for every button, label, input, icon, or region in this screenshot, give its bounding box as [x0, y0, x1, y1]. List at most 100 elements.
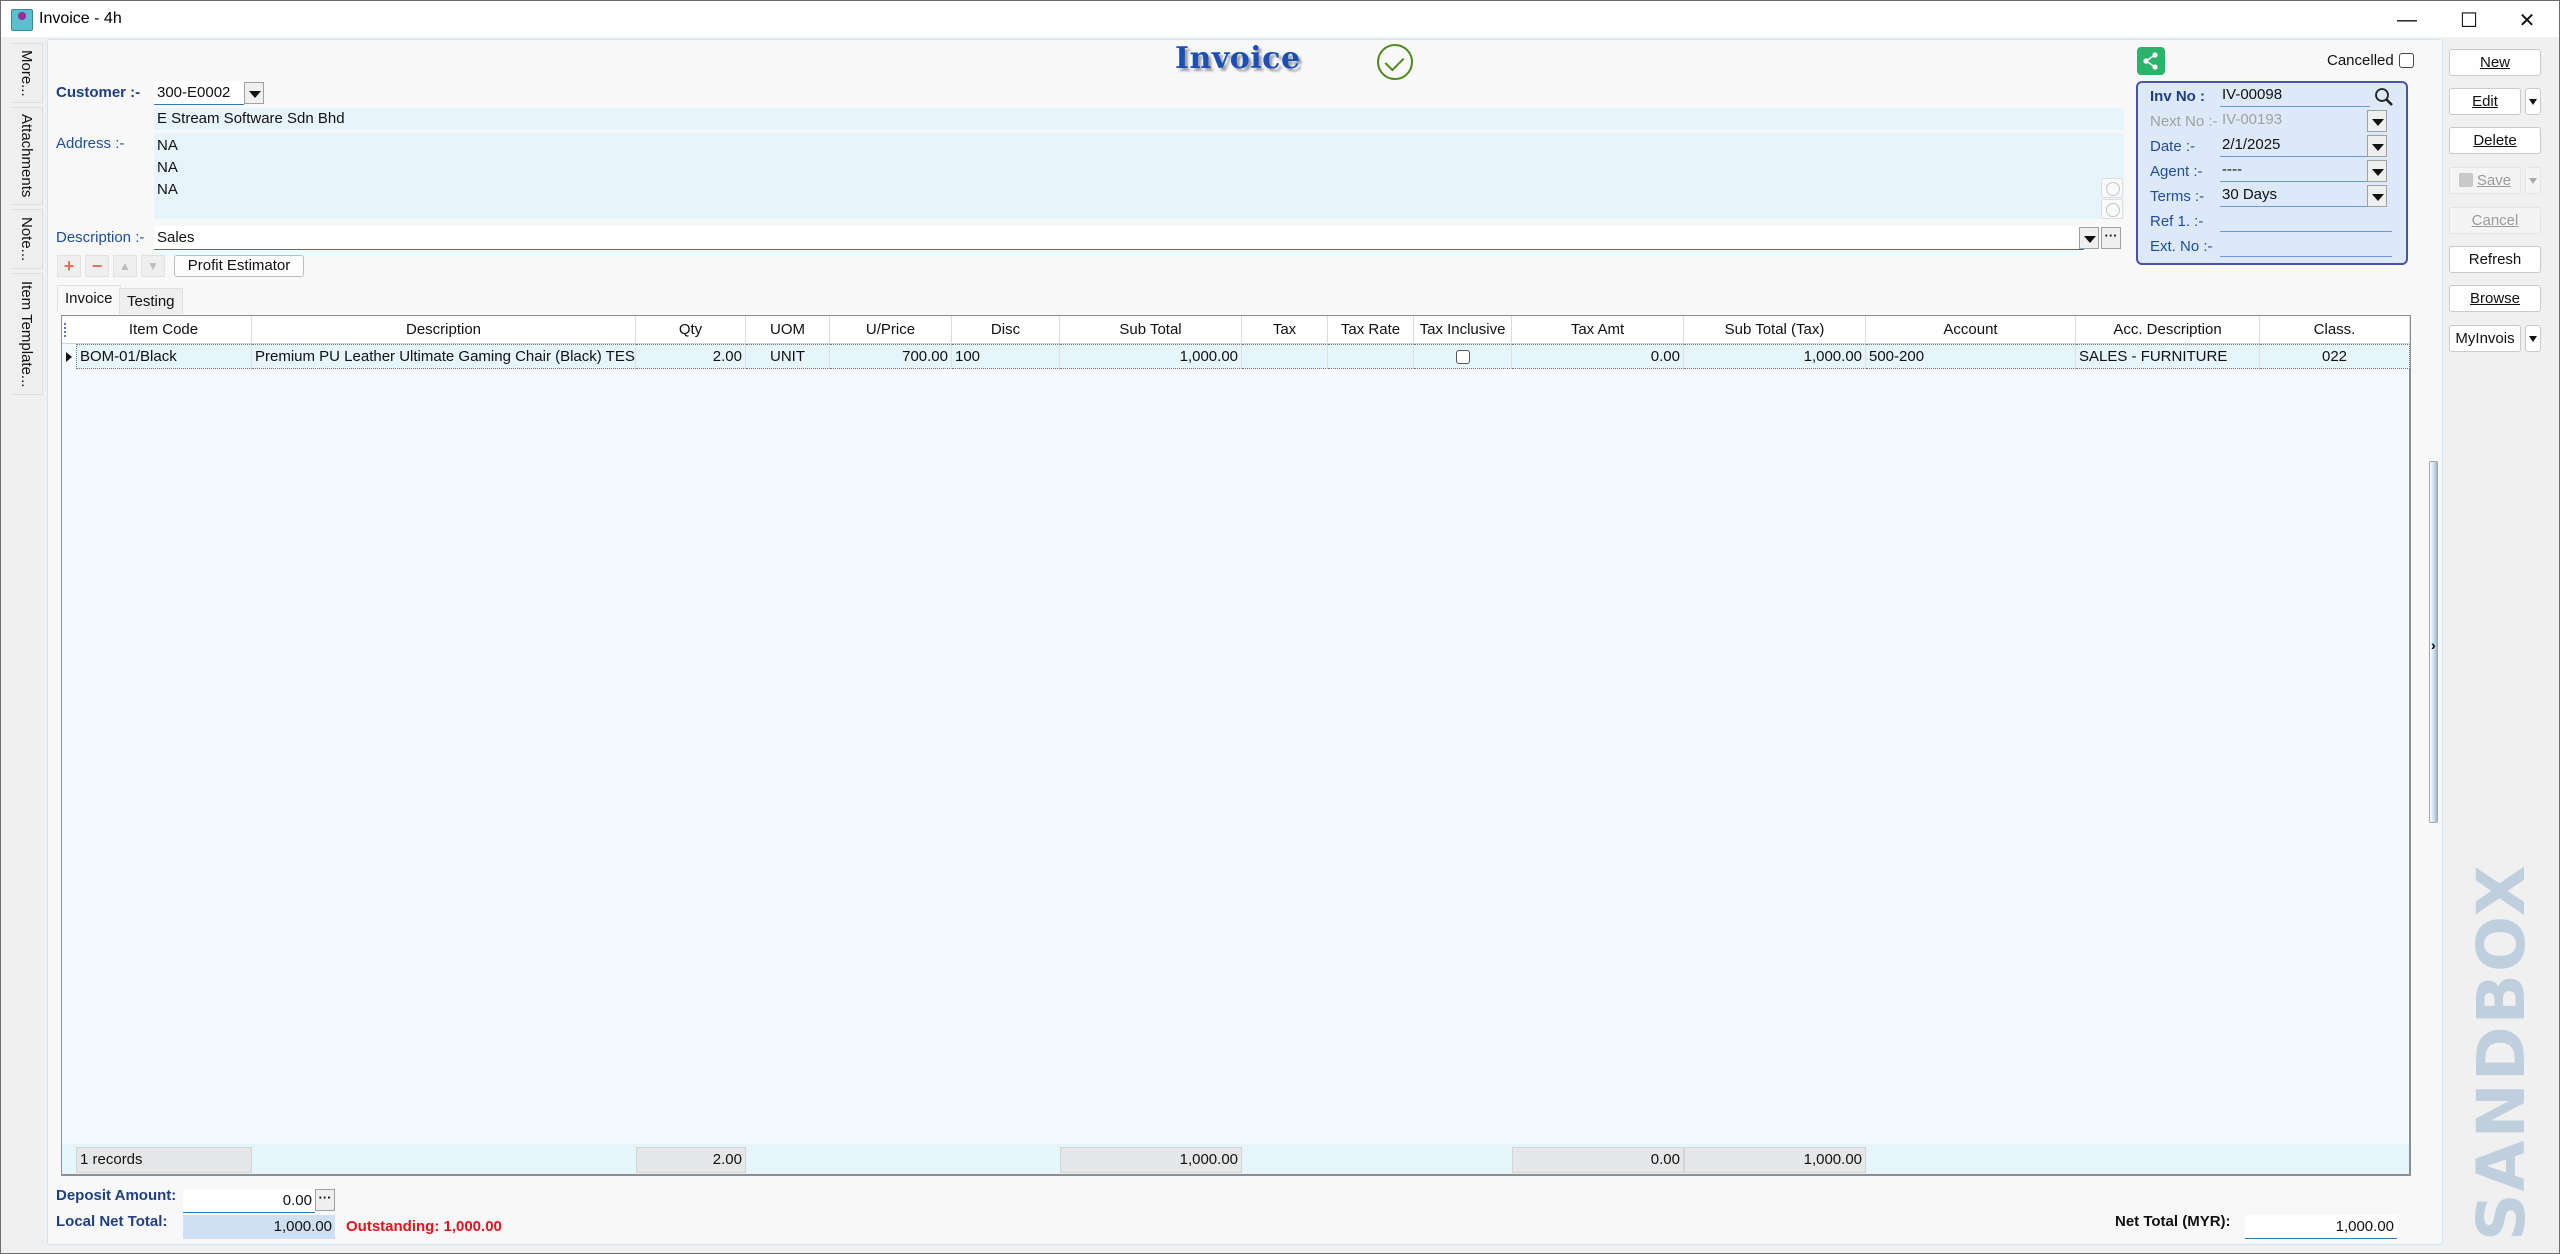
col-uom[interactable]: UOM [746, 316, 830, 344]
agent-dropdown-button[interactable] [2367, 160, 2387, 182]
app-icon [11, 9, 33, 31]
col-disc[interactable]: Disc [952, 316, 1060, 344]
customer-label: Customer :- [56, 84, 141, 101]
side-tab-item-template[interactable]: Item Template... [11, 273, 43, 395]
col-tax[interactable]: Tax [1242, 316, 1328, 344]
row-indicator-icon [66, 352, 72, 362]
cell-qty[interactable]: 2.00 [636, 344, 746, 369]
date-input[interactable]: 2/1/2025 [2220, 135, 2370, 157]
col-unit-price[interactable]: U/Price [830, 316, 952, 344]
customer-name-field[interactable]: E Stream Software Sdn Bhd [154, 108, 2124, 130]
col-sub-total[interactable]: Sub Total [1060, 316, 1242, 344]
description-input[interactable]: Sales [154, 226, 2084, 250]
footer-sub-total-tax: 1,000.00 [1684, 1147, 1866, 1173]
next-no-label: Next No :- [2150, 113, 2218, 130]
myinvois-button[interactable]: MyInvois [2449, 325, 2521, 352]
cell-item-code[interactable]: BOM-01/Black [76, 344, 252, 369]
edit-button[interactable]: Edit [2449, 88, 2521, 115]
date-label: Date :- [2150, 138, 2196, 155]
cell-tax-inclusive[interactable] [1414, 344, 1512, 369]
address-field[interactable]: NA NA NA [154, 133, 2124, 219]
edit-dropdown-button[interactable] [2525, 88, 2541, 115]
approved-check-icon [1377, 44, 1413, 80]
col-qty[interactable]: Qty [636, 316, 746, 344]
description-more-button[interactable]: ··· [2101, 227, 2121, 249]
remove-row-button[interactable]: − [85, 255, 109, 277]
cell-tax[interactable] [1242, 344, 1328, 369]
share-button[interactable] [2137, 47, 2165, 75]
next-no-dropdown-button[interactable] [2367, 110, 2387, 132]
myinvois-dropdown-button[interactable] [2525, 325, 2541, 352]
agent-label: Agent :- [2150, 163, 2203, 180]
deposit-more-button[interactable]: ··· [315, 1189, 335, 1211]
cancel-label: Cancel [2471, 212, 2519, 229]
refresh-button[interactable]: Refresh [2449, 246, 2541, 273]
save-button[interactable]: Save [2449, 167, 2521, 194]
col-tax-rate[interactable]: Tax Rate [1328, 316, 1414, 344]
cancel-button[interactable]: Cancel [2449, 207, 2541, 234]
col-class[interactable]: Class. [2260, 316, 2410, 344]
customer-dropdown-button[interactable] [244, 82, 264, 104]
date-dropdown-button[interactable] [2367, 135, 2387, 157]
title-bar: Invoice - 4h — ☐ ✕ [1, 1, 2559, 37]
description-dropdown-button[interactable] [2079, 227, 2099, 249]
cell-uom[interactable]: UNIT [746, 344, 830, 369]
col-tax-inclusive[interactable]: Tax Inclusive [1414, 316, 1512, 344]
column-chooser-icon[interactable] [64, 323, 72, 337]
edit-label: Edit [2472, 93, 2498, 110]
profit-estimator-button[interactable]: Profit Estimator [174, 255, 304, 277]
save-dropdown-button[interactable] [2525, 167, 2541, 194]
address-refresh-button-2[interactable] [2101, 199, 2123, 219]
tab-testing[interactable]: Testing [119, 288, 183, 314]
col-acc-description[interactable]: Acc. Description [2076, 316, 2260, 344]
add-row-button[interactable]: + [57, 255, 81, 277]
minimize-button[interactable]: — [2381, 3, 2433, 37]
browse-button[interactable]: Browse [2449, 285, 2541, 312]
close-button[interactable]: ✕ [2501, 3, 2553, 37]
deposit-amount-input[interactable]: 0.00 [183, 1189, 315, 1213]
cell-unit-price[interactable]: 700.00 [830, 344, 952, 369]
cell-tax-amt[interactable]: 0.00 [1512, 344, 1684, 369]
agent-input[interactable]: ---- [2220, 160, 2370, 182]
side-tab-more[interactable]: More... [11, 43, 43, 103]
new-button[interactable]: New [2449, 49, 2541, 76]
new-label: New [2479, 54, 2510, 71]
terms-dropdown-button[interactable] [2367, 185, 2387, 207]
cancelled-checkbox[interactable] [2399, 53, 2414, 68]
col-description[interactable]: Description [252, 316, 636, 344]
tab-invoice[interactable]: Invoice [57, 285, 121, 311]
terms-input[interactable]: 30 Days [2220, 185, 2370, 207]
tax-inclusive-checkbox[interactable] [1455, 350, 1470, 365]
cell-account[interactable]: 500-200 [1866, 344, 2076, 369]
side-tab-attachments[interactable]: Attachments [11, 107, 43, 205]
col-account[interactable]: Account [1866, 316, 2076, 344]
cell-sub-total-tax[interactable]: 1,000.00 [1684, 344, 1866, 369]
delete-button[interactable]: Delete [2449, 127, 2541, 154]
col-sub-total-tax[interactable]: Sub Total (Tax) [1684, 316, 1866, 344]
move-up-button[interactable]: ▲ [113, 255, 137, 277]
grid-footer: 1 records 2.00 1,000.00 0.00 1,000.00 [62, 1144, 2409, 1174]
save-label: Save [2476, 172, 2512, 189]
cell-class[interactable]: 022 [2260, 344, 2410, 369]
customer-code-input[interactable]: 300-E0002 [154, 81, 244, 105]
chevron-right-icon[interactable]: › [2431, 637, 2436, 653]
cell-disc[interactable]: 100 [952, 344, 1060, 369]
ref1-input[interactable] [2220, 210, 2392, 232]
search-icon[interactable] [2374, 87, 2394, 107]
address-line-1: NA [157, 137, 178, 154]
move-down-button[interactable]: ▼ [141, 255, 165, 277]
cell-sub-total[interactable]: 1,000.00 [1060, 344, 1242, 369]
ext-no-input[interactable] [2220, 235, 2392, 257]
col-tax-amt[interactable]: Tax Amt [1512, 316, 1684, 344]
cell-description[interactable]: Premium PU Leather Ultimate Gaming Chair… [252, 344, 636, 369]
table-row[interactable]: BOM-01/Black Premium PU Leather Ultimate… [62, 344, 2410, 369]
local-net-total-label: Local Net Total: [56, 1213, 168, 1230]
address-refresh-button-1[interactable] [2101, 178, 2123, 198]
cell-tax-rate[interactable] [1328, 344, 1414, 369]
grid-header: Item Code Description Qty UOM U/Price Di… [62, 316, 2410, 344]
side-tab-note[interactable]: Note... [11, 209, 43, 269]
inv-no-input[interactable]: IV-00098 [2220, 85, 2370, 107]
maximize-button[interactable]: ☐ [2443, 3, 2495, 37]
cell-acc-description[interactable]: SALES - FURNITURE [2076, 344, 2260, 369]
col-item-code[interactable]: Item Code [76, 316, 252, 344]
